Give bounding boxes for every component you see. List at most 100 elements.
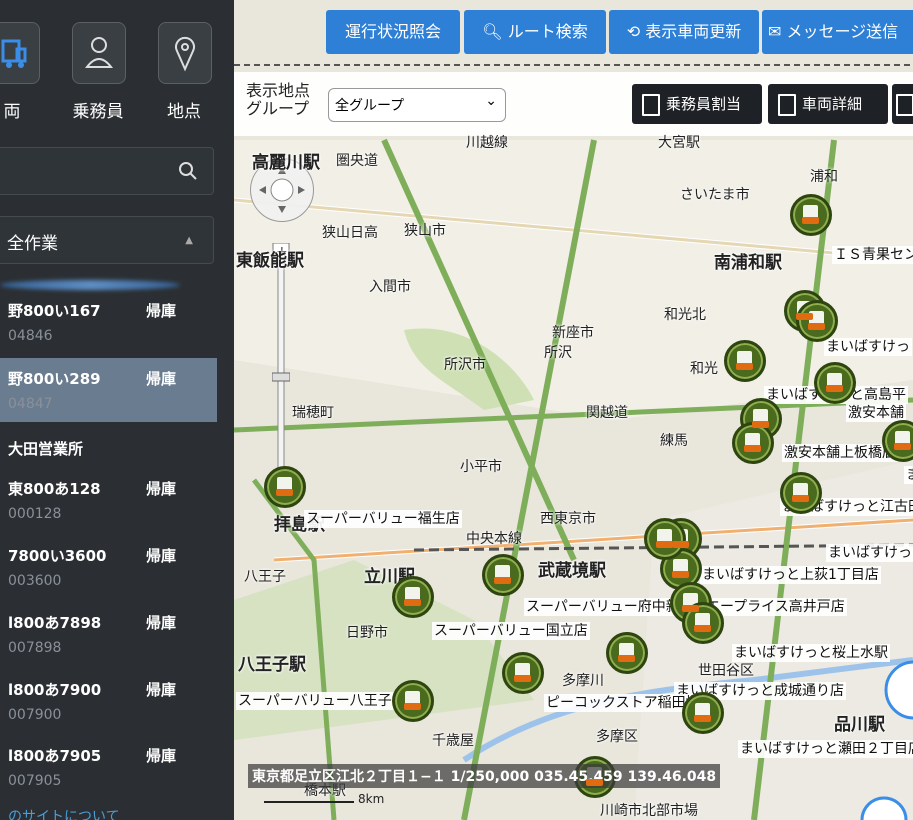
map-place-label: 狭山日高 [322, 225, 378, 241]
store-label[interactable]: エープライス高井戸店 [704, 598, 847, 616]
work-filter-label: 全作業 [7, 234, 58, 254]
store-label[interactable]: まいばすけっと桜上水駅 [732, 644, 890, 662]
nav-crew-label: 乗務員 [72, 102, 124, 122]
store-label[interactable]: スーパーバリュー八王子 [236, 692, 394, 710]
map-place-label: 八王子駅 [238, 655, 306, 675]
map-place-label: 日野市 [346, 625, 388, 641]
store-label[interactable]: まいばすけっと上荻1丁目店 [700, 566, 881, 584]
chevron-down-icon: ⌄ [485, 93, 497, 109]
zoom-slider[interactable]: +− [271, 242, 291, 494]
vehicle-search-input[interactable] [0, 147, 214, 195]
chart-icon [896, 93, 913, 116]
store-label[interactable]: まいばすけっ [824, 338, 912, 356]
vehicle-plate: 野800い167 [8, 302, 101, 320]
vehicle-list-item[interactable]: 野800い167 04846 帰庫 [0, 290, 217, 354]
nav-vehicles-label: 両 [3, 102, 21, 122]
map-place-label: 大宮駅 [658, 135, 700, 151]
store-label[interactable]: 激安本舗上板橋店 [782, 444, 898, 462]
refresh-icon: ⟲ [626, 22, 646, 41]
send-message-button[interactable]: ✉ メッセージ送信 [762, 10, 913, 54]
about-site-link[interactable]: のサイトについて [8, 806, 120, 820]
sidebar: 両 乗務員 地点 全作業 ▲ 野800い167 04846 帰庫 野800い28… [0, 0, 234, 820]
map-place-label: 多摩川 [562, 673, 604, 689]
person-icon [72, 22, 126, 84]
map-place-label: 八王子 [244, 569, 286, 585]
map-place-label: 武蔵境駅 [538, 561, 606, 581]
vehicle-id: 003600 [8, 573, 62, 589]
map-place-label: 入間市 [369, 279, 411, 295]
store-label[interactable]: まいばすけっと瀬田２丁目店 [738, 740, 913, 758]
store-pin-icon[interactable] [644, 518, 686, 560]
vehicle-status: 帰庫 [146, 614, 177, 632]
vehicle-status: 帰庫 [146, 747, 177, 765]
store-pin-icon[interactable] [790, 194, 832, 236]
group-filter-bar: 表示地点 グループ 全グループ ⌄ 乗務員割当 車両詳細 [234, 72, 913, 136]
store-pin-icon[interactable] [814, 362, 856, 404]
store-pin-icon[interactable] [732, 422, 774, 464]
operation-status-button[interactable]: 運行状況照会 [326, 10, 460, 54]
store-pin-icon[interactable] [482, 554, 524, 596]
map-place-label: 千歳屋 [432, 733, 474, 749]
vehicle-id: 007905 [8, 773, 62, 789]
store-label[interactable]: まい [904, 466, 913, 484]
chevron-up-icon: ▲ [185, 235, 193, 246]
vehicle-list-item[interactable]: 東800あ128 000128 帰庫 [0, 468, 217, 532]
vehicle-list-item[interactable]: l800あ7905 007905 帰庫 [0, 735, 217, 799]
store-pin-icon[interactable] [392, 680, 434, 722]
vehicle-list-item[interactable]: l800あ7900 007900 帰庫 [0, 669, 217, 733]
store-pin-icon[interactable] [392, 576, 434, 618]
vehicle-status: 帰庫 [146, 370, 177, 388]
store-label[interactable]: 激安本舗 [846, 404, 906, 422]
vehicle-list-item[interactable]: 7800い3600 003600 帰庫 [0, 535, 217, 599]
nav-crew-button[interactable]: 乗務員 [66, 22, 130, 128]
store-pin-icon[interactable] [682, 692, 724, 734]
vehicle-list-item-selected[interactable]: 野800い289 04847 帰庫 [0, 358, 217, 422]
nav-vehicles-button[interactable]: 両 [0, 22, 44, 128]
list-top-highlight [0, 280, 180, 290]
store-label[interactable]: ＩＳ青果セン [832, 246, 913, 264]
map-place-label: 浦和 [810, 169, 838, 185]
location-group-select[interactable]: 全グループ ⌄ [328, 88, 506, 122]
map-place-label: 所沢市 [444, 357, 486, 373]
chart-icon-button[interactable] [892, 84, 913, 124]
vehicle-plate: l800あ7898 [8, 614, 102, 632]
display-group-label: 表示地点 グループ [246, 81, 311, 118]
refresh-vehicles-button[interactable]: ⟲ 表示車両更新 [609, 10, 759, 54]
store-pin-icon[interactable] [264, 466, 306, 508]
nav-locations-button[interactable]: 地点 [152, 22, 216, 128]
store-pin-icon[interactable] [796, 300, 838, 342]
vehicle-plate: l800あ7900 [8, 681, 102, 699]
map-place-label: 東飯能駅 [236, 251, 304, 271]
truck-icon [0, 22, 40, 84]
map-place-label: 和光北 [664, 307, 706, 323]
map-view[interactable]: 運行状況照会 🔍︎ ルート検索 ⟲ 表示車両更新 ✉ メッセージ送信 表示地点 … [234, 0, 913, 820]
store-pin-icon[interactable] [780, 472, 822, 514]
map-place-label: 狭山市 [404, 223, 446, 239]
store-pin-icon[interactable] [606, 632, 648, 674]
office-group-header[interactable]: 大田営業所 [8, 438, 83, 459]
map-place-label: 瑞穂町 [292, 405, 334, 421]
map-place-label: 川越線 [466, 135, 508, 151]
vehicle-plate: 東800あ128 [8, 480, 101, 498]
map-place-label: 練馬 [660, 433, 688, 449]
map-place-label: 南浦和駅 [714, 253, 782, 273]
store-label[interactable]: まいばすけっ [826, 544, 913, 562]
nav-locations-label: 地点 [167, 102, 201, 122]
map-place-label: 関越道 [586, 405, 628, 421]
route-search-button[interactable]: 🔍︎ ルート検索 [464, 10, 606, 54]
vehicle-list-item[interactable]: l800あ7898 007898 帰庫 [0, 602, 217, 666]
work-filter-select[interactable]: 全作業 ▲ [0, 216, 214, 264]
vehicle-detail-button[interactable]: 車両詳細 [768, 84, 888, 124]
vehicle-id: 04847 [8, 396, 53, 412]
crew-assign-button[interactable]: 乗務員割当 [632, 84, 762, 124]
map-status-line: 東京都足立区江北２丁目１−１ 1/250,000 035.45.459 139.… [248, 764, 721, 788]
store-pin-icon[interactable] [724, 340, 766, 382]
vehicle-plate: 野800い289 [8, 370, 101, 388]
store-label[interactable]: スーパーバリュー福生店 [304, 510, 462, 528]
search-icon [179, 162, 197, 180]
store-label[interactable]: スーパーバリュー国立店 [432, 622, 590, 640]
map-place-label: 高麗川駅 [252, 153, 320, 173]
store-pin-icon[interactable] [502, 652, 544, 694]
map-place-label: 世田谷区 [698, 663, 754, 679]
document-icon [642, 93, 660, 116]
